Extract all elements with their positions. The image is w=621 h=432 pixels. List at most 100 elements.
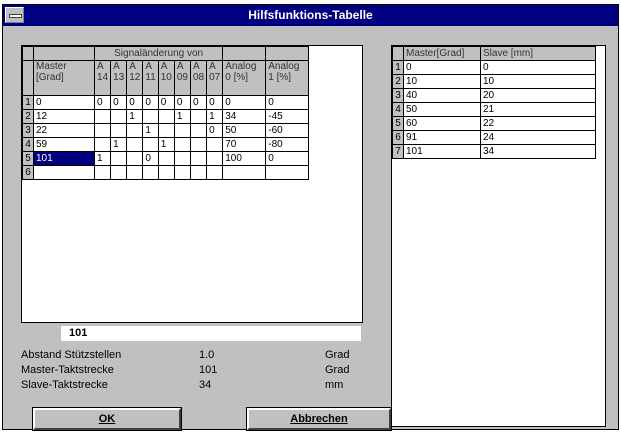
table-cell[interactable]: 0 xyxy=(403,60,481,75)
table-cell[interactable]: 0 xyxy=(480,60,596,75)
row-number[interactable]: 1 xyxy=(22,95,34,110)
row-number[interactable]: 3 xyxy=(22,123,34,138)
table-cell[interactable] xyxy=(206,137,224,152)
table-cell[interactable]: 1 xyxy=(142,123,159,138)
table-cell[interactable]: 0 xyxy=(189,95,208,110)
table-cell[interactable]: 0 xyxy=(93,95,112,110)
row-number[interactable]: 5 xyxy=(22,151,34,166)
table-cell[interactable]: 10 xyxy=(480,74,596,89)
master-slave-table[interactable]: Master[Grad] Slave [mm] 1 0 0 2 10 10 3 40 20 4 50 2… xyxy=(391,45,606,427)
table-row[interactable]: 6 xyxy=(22,165,310,180)
table-row[interactable]: 5 101 1 0 100 0 xyxy=(22,151,310,166)
table-cell[interactable] xyxy=(93,165,112,180)
table-cell[interactable]: 60 xyxy=(403,116,481,131)
table-cell[interactable]: 22 xyxy=(33,123,95,138)
column-header[interactable]: A 10 xyxy=(157,60,175,96)
table-cell[interactable] xyxy=(142,109,159,124)
table-cell[interactable]: -80 xyxy=(265,137,310,152)
row-number[interactable]: 5 xyxy=(392,116,404,131)
table-cell[interactable] xyxy=(93,137,112,152)
table-cell[interactable] xyxy=(189,165,208,180)
column-header[interactable]: A 09 xyxy=(173,60,192,96)
table-cell[interactable]: 0 xyxy=(110,95,128,110)
table-cell[interactable] xyxy=(173,151,192,166)
table-cell[interactable]: 0 xyxy=(265,151,310,166)
column-header[interactable]: A 12 xyxy=(126,60,144,96)
table-cell[interactable]: -60 xyxy=(265,123,310,138)
table-cell[interactable] xyxy=(126,151,144,166)
table-cell[interactable]: 0 xyxy=(33,95,95,110)
table-cell[interactable]: 91 xyxy=(403,130,481,145)
row-number[interactable]: 4 xyxy=(22,137,34,152)
row-number[interactable]: 6 xyxy=(392,130,404,145)
table-cell[interactable] xyxy=(93,123,112,138)
table-cell[interactable] xyxy=(189,109,208,124)
table-row[interactable]: 3 22 1 0 50 -60 xyxy=(22,123,310,138)
table-row[interactable]: 100 xyxy=(392,60,596,75)
table-cell[interactable]: 0 xyxy=(265,95,310,110)
table-cell[interactable] xyxy=(157,109,175,124)
column-header[interactable]: A 14 xyxy=(93,60,112,96)
table-cell[interactable] xyxy=(110,123,128,138)
table-cell[interactable]: 24 xyxy=(480,130,596,145)
table-cell[interactable] xyxy=(126,137,144,152)
table-cell[interactable] xyxy=(33,165,95,180)
table-cell[interactable]: 10 xyxy=(403,74,481,89)
table-row[interactable]: 2 10 10 xyxy=(392,74,596,89)
table-cell[interactable] xyxy=(189,137,208,152)
table-cell[interactable]: 0 xyxy=(157,95,175,110)
table-cell[interactable] xyxy=(142,165,159,180)
table-cell[interactable] xyxy=(265,165,310,180)
table-cell[interactable]: 0 xyxy=(126,95,144,110)
signal-table[interactable]: Signaländerung von Master [Grad] A 14 A 13… xyxy=(21,45,363,323)
row-number[interactable]: 3 xyxy=(392,88,404,103)
table-cell[interactable]: 0 xyxy=(142,151,159,166)
column-header[interactable]: Analog 0 [%] xyxy=(222,60,267,96)
table-cell[interactable] xyxy=(189,123,208,138)
cancel-button[interactable]: Abbrechen xyxy=(246,407,392,431)
table-cell[interactable]: 0 xyxy=(222,95,267,110)
table-cell[interactable]: -45 xyxy=(265,109,310,124)
column-header[interactable]: A 11 xyxy=(142,60,159,96)
column-header[interactable]: Slave [mm] xyxy=(480,46,596,61)
table-cell[interactable]: 1 xyxy=(110,137,128,152)
table-row[interactable]: 3 40 20 xyxy=(392,88,596,103)
table-row[interactable]: 5 60 22 xyxy=(392,116,596,131)
table-cell[interactable]: 34 xyxy=(222,109,267,124)
table-cell[interactable] xyxy=(222,165,267,180)
table-cell[interactable] xyxy=(126,165,144,180)
ok-button[interactable]: OK xyxy=(32,407,182,431)
table-row[interactable]: 7 101 34 xyxy=(392,144,596,159)
table-cell[interactable] xyxy=(157,165,175,180)
table-cell[interactable]: 0 xyxy=(206,123,224,138)
row-number[interactable]: 2 xyxy=(22,109,34,124)
row-number[interactable]: 2 xyxy=(392,74,404,89)
table-cell[interactable] xyxy=(157,151,175,166)
table-cell[interactable]: 1 xyxy=(126,109,144,124)
row-number[interactable]: 7 xyxy=(392,144,404,159)
table-cell[interactable]: 12 xyxy=(33,109,95,124)
table-cell[interactable]: 59 xyxy=(33,137,95,152)
table-cell[interactable] xyxy=(173,165,192,180)
column-header[interactable]: A 08 xyxy=(189,60,208,96)
table-row[interactable]: 4 50 21 xyxy=(392,102,596,117)
table-cell[interactable]: 22 xyxy=(480,116,596,131)
table-cell[interactable]: 1 xyxy=(173,109,192,124)
table-cell[interactable]: 101 xyxy=(33,151,95,166)
table-cell[interactable]: 1 xyxy=(93,151,112,166)
table-cell[interactable] xyxy=(173,137,192,152)
table-cell[interactable]: 70 xyxy=(222,137,267,152)
table-cell[interactable] xyxy=(173,123,192,138)
table-cell[interactable]: 0 xyxy=(142,95,159,110)
table-cell[interactable]: 1 xyxy=(157,137,175,152)
table-cell[interactable] xyxy=(110,109,128,124)
table-row[interactable]: 2 12 1 1 1 34 -45 xyxy=(22,109,310,124)
table-cell[interactable]: 50 xyxy=(403,102,481,117)
row-number[interactable]: 1 xyxy=(392,60,404,75)
table-row[interactable]: 100000000000 xyxy=(22,95,310,110)
row-number[interactable]: 4 xyxy=(392,102,404,117)
table-cell[interactable]: 21 xyxy=(480,102,596,117)
cell-edit-field[interactable]: 101 xyxy=(61,326,361,341)
table-cell[interactable]: 101 xyxy=(403,144,481,159)
table-cell[interactable]: 1 xyxy=(206,109,224,124)
